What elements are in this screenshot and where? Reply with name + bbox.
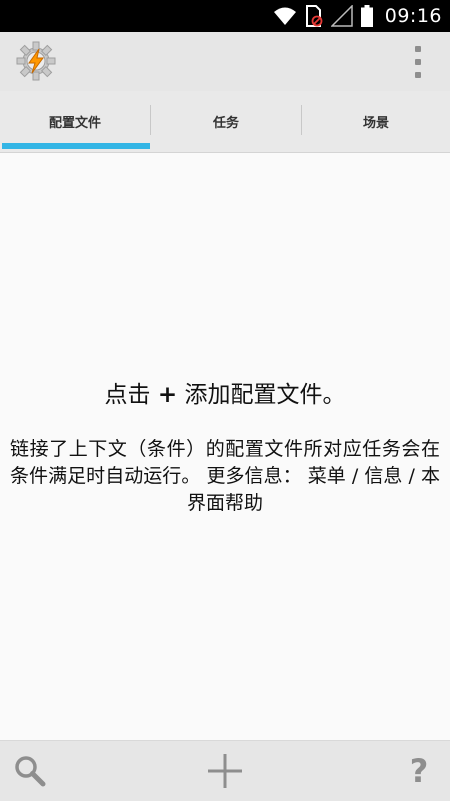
help-button[interactable]: ?	[397, 749, 441, 793]
sim-blocked-icon	[305, 5, 323, 27]
headline-suffix: 添加配置文件。	[184, 382, 346, 408]
tab-label: 任务	[212, 116, 239, 131]
tab-scenes[interactable]: 场景	[302, 91, 450, 152]
tab-label: 场景	[362, 116, 389, 131]
overflow-menu-icon[interactable]	[412, 46, 424, 78]
bottom-toolbar: ?	[0, 740, 450, 801]
add-icon	[208, 754, 242, 788]
status-time: 09:16	[384, 5, 442, 27]
empty-state-description: 链接了上下文（条件）的配置文件所对应任务会在条件满足时自动运行。 更多信息： 菜…	[10, 438, 440, 514]
action-bar	[0, 32, 450, 91]
status-bar: 09:16	[0, 0, 450, 32]
wifi-icon	[273, 7, 296, 25]
headline-plus: +	[157, 382, 178, 408]
active-tab-indicator	[2, 143, 150, 149]
status-icons: 09:16	[273, 0, 442, 32]
empty-state-title: 点击 + 添加配置文件。	[0, 375, 450, 409]
tab-tasks[interactable]: 任务	[151, 91, 301, 152]
search-button[interactable]	[8, 749, 52, 793]
battery-icon	[360, 5, 373, 27]
profiles-list-area: 点击 + 添加配置文件。 链接了上下文（条件）的配置文件所对应任务会在条件满足时…	[0, 153, 450, 740]
help-icon: ?	[409, 752, 429, 790]
signal-icon	[330, 5, 353, 27]
tasker-gear-bolt-icon[interactable]	[16, 41, 56, 81]
search-icon	[15, 756, 46, 787]
add-button[interactable]	[203, 749, 247, 793]
tab-label: 配置文件	[48, 116, 101, 131]
headline-prefix: 点击	[104, 382, 151, 408]
